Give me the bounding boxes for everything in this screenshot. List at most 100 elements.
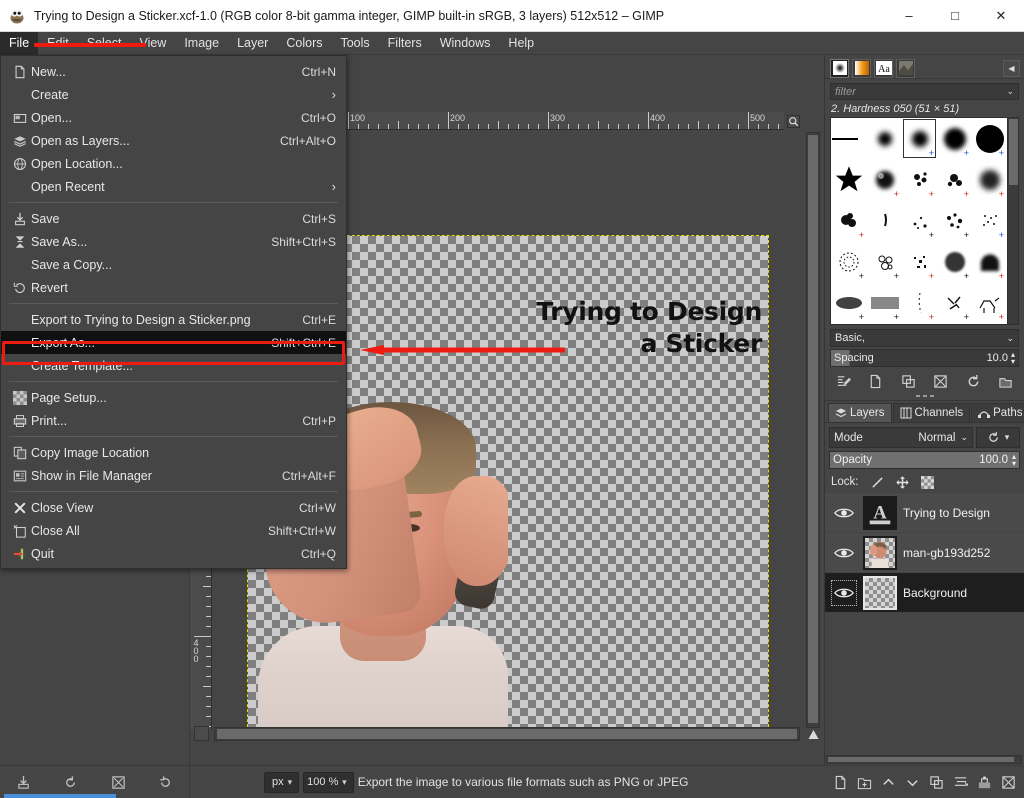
spinner-icon[interactable]: ▴▾ — [1011, 351, 1015, 365]
brush-cell[interactable]: + — [972, 118, 1007, 159]
refresh-brushes-icon[interactable] — [966, 374, 981, 389]
brush-cell[interactable]: + — [902, 159, 937, 200]
file-menu-item-open-location[interactable]: Open Location... — [1, 152, 346, 175]
duplicate-layer-icon[interactable] — [929, 775, 944, 790]
patterns-tab-icon[interactable] — [896, 59, 915, 78]
merge-down-icon[interactable] — [953, 775, 968, 790]
file-menu-item-copy-image-location[interactable]: Copy Image Location — [1, 441, 346, 464]
brush-cell[interactable] — [831, 118, 867, 159]
new-layer-icon[interactable] — [833, 775, 848, 790]
menu-image[interactable]: Image — [175, 32, 228, 55]
brush-cell[interactable]: + — [972, 200, 1007, 241]
layer-list-scrollbar[interactable] — [826, 755, 1022, 764]
chevron-down-icon[interactable]: ⌄ — [1006, 333, 1014, 344]
brush-filter-input[interactable]: filter ⌄ — [830, 83, 1019, 100]
brush-preset-selector[interactable]: Basic, ⌄ — [830, 329, 1019, 347]
switch-layer-mode-icon[interactable]: ▾ — [976, 427, 1020, 448]
menu-windows[interactable]: Windows — [431, 32, 500, 55]
duplicate-brush-icon[interactable] — [901, 374, 916, 389]
file-menu-item-quit[interactable]: QuitCtrl+Q — [1, 542, 346, 565]
gradients-tab-icon[interactable] — [852, 59, 871, 78]
delete-tool-preset-icon[interactable] — [111, 775, 126, 790]
menu-tools[interactable]: Tools — [331, 32, 378, 55]
file-menu-item-create[interactable]: Create› — [1, 83, 346, 106]
spinner-icon[interactable]: ▴▾ — [1012, 453, 1016, 467]
file-menu-item-show-in-file-manager[interactable]: Show in File ManagerCtrl+Alt+F — [1, 464, 346, 487]
file-menu-item-save-as[interactable]: Save As...Shift+Ctrl+S — [1, 230, 346, 253]
brush-dock-menu-button[interactable]: ◀ — [1003, 60, 1020, 77]
brush-cell[interactable]: + — [902, 200, 937, 241]
canvas-vertical-scrollbar[interactable] — [806, 132, 820, 728]
lock-pixels-icon[interactable] — [871, 476, 884, 489]
layer-row[interactable]: ATrying to Design — [825, 493, 1024, 533]
layer-row[interactable]: Background — [825, 573, 1024, 613]
layer-mode-selector[interactable]: Mode Normal ⌄ — [829, 427, 973, 448]
unit-selector[interactable]: px ▾ — [264, 772, 299, 793]
fonts-tab-icon[interactable]: Aa — [874, 59, 893, 78]
brush-scroll-thumb[interactable] — [1009, 119, 1018, 185]
zoom-selector[interactable]: 100 % ▾ — [303, 772, 354, 793]
tab-layers[interactable]: Layers — [828, 403, 892, 422]
brush-cell[interactable]: + — [902, 118, 937, 159]
delete-layer-icon[interactable] — [1001, 775, 1016, 790]
brush-cell[interactable]: + — [937, 159, 972, 200]
reset-tool-options-icon[interactable] — [158, 775, 173, 790]
brush-cell[interactable] — [867, 118, 902, 159]
brush-cell[interactable]: + — [972, 241, 1007, 282]
chevron-down-icon[interactable]: ⌄ — [960, 432, 968, 443]
file-menu-item-create-template[interactable]: Create Template... — [1, 354, 346, 377]
lock-alpha-icon[interactable] — [921, 476, 934, 489]
brush-cell[interactable]: + — [867, 241, 902, 282]
delete-brush-icon[interactable] — [933, 374, 948, 389]
file-menu-item-export-to-trying-to-design-a-sticker-png[interactable]: Export to Trying to Design a Sticker.png… — [1, 308, 346, 331]
vertical-scroll-thumb[interactable] — [808, 135, 818, 723]
file-menu-item-new[interactable]: New...Ctrl+N — [1, 60, 346, 83]
dock-separator-handle[interactable] — [825, 392, 1024, 401]
layer-visibility-eye-icon[interactable] — [831, 506, 857, 520]
save-tool-preset-icon[interactable] — [16, 775, 31, 790]
raise-layer-icon[interactable] — [881, 775, 896, 790]
file-menu-item-export-as[interactable]: Export As...Shift+Ctrl+E — [1, 331, 346, 354]
lock-position-icon[interactable] — [896, 476, 909, 489]
zoom-image-button[interactable] — [784, 112, 802, 130]
brush-spacing-slider[interactable]: Spacing 10.0 ▴▾ — [830, 349, 1019, 367]
menu-filters[interactable]: Filters — [379, 32, 431, 55]
file-menu-item-save-a-copy[interactable]: Save a Copy... — [1, 253, 346, 276]
horizontal-scroll-thumb[interactable] — [217, 729, 797, 739]
restore-tool-preset-icon[interactable] — [63, 775, 78, 790]
lower-layer-icon[interactable] — [905, 775, 920, 790]
brush-cell[interactable]: + — [972, 282, 1007, 323]
brush-cell[interactable]: + — [867, 159, 902, 200]
minimize-button[interactable]: – — [886, 0, 932, 32]
layer-scroll-thumb[interactable] — [828, 757, 1014, 762]
brush-cell[interactable] — [867, 200, 902, 241]
canvas-horizontal-scrollbar[interactable] — [214, 727, 800, 741]
file-menu-item-open[interactable]: Open...Ctrl+O — [1, 106, 346, 129]
file-menu-popup[interactable]: New...Ctrl+NCreate›Open...Ctrl+OOpen as … — [0, 55, 347, 569]
file-menu-item-revert[interactable]: Revert — [1, 276, 346, 299]
open-brush-folder-icon[interactable] — [998, 374, 1013, 389]
brush-cell[interactable]: + — [902, 282, 937, 323]
layer-row[interactable]: man-gb193d252 — [825, 533, 1024, 573]
brush-cell[interactable]: + — [902, 241, 937, 282]
layer-visibility-eye-icon[interactable] — [831, 546, 857, 560]
new-brush-icon[interactable] — [868, 374, 883, 389]
quick-mask-toggle[interactable] — [194, 726, 209, 741]
layer-visibility-eye-icon[interactable] — [831, 580, 857, 606]
brush-cell[interactable]: + — [867, 282, 902, 323]
edit-brush-icon[interactable] — [836, 374, 851, 389]
file-menu-item-close-all[interactable]: Close AllShift+Ctrl+W — [1, 519, 346, 542]
chevron-down-icon[interactable]: ⌄ — [1006, 86, 1014, 97]
anchor-layer-icon[interactable] — [977, 775, 992, 790]
maximize-button[interactable]: □ — [932, 0, 978, 32]
close-button[interactable]: ✕ — [978, 0, 1024, 32]
brush-grid-scrollbar[interactable] — [1008, 117, 1019, 325]
brush-cell[interactable]: + — [972, 159, 1007, 200]
brush-cell[interactable]: + — [937, 118, 972, 159]
brush-cell[interactable]: + — [831, 282, 867, 323]
file-menu-item-save[interactable]: SaveCtrl+S — [1, 207, 346, 230]
layer-opacity-slider[interactable]: Opacity 100.0 ▴▾ — [829, 451, 1020, 469]
opacity-value[interactable]: 100.0 — [979, 454, 1008, 466]
menu-file[interactable]: File — [0, 32, 38, 55]
file-menu-item-close-view[interactable]: Close ViewCtrl+W — [1, 496, 346, 519]
